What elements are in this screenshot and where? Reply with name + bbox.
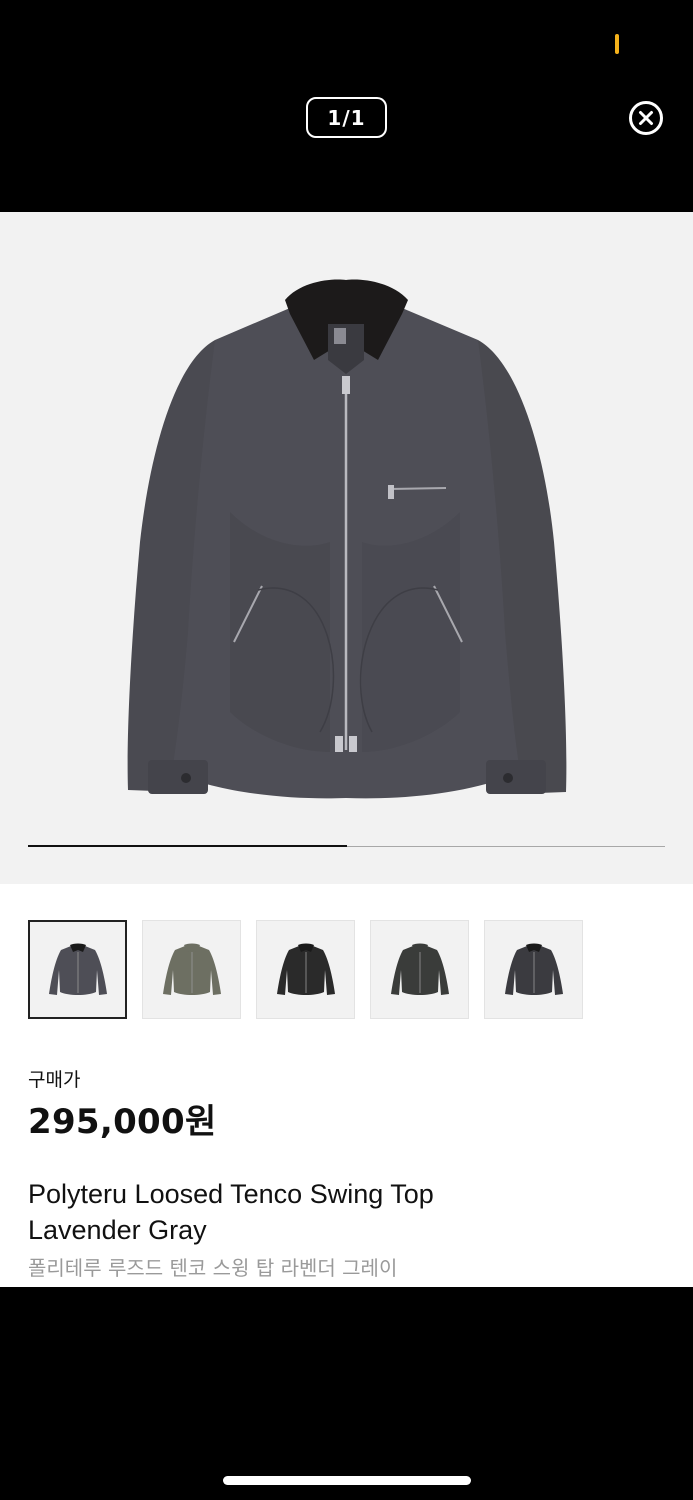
jacket-thumbnail-image: [504, 943, 563, 995]
status-indicator: [615, 34, 619, 54]
image-progress-track: [28, 845, 665, 847]
close-button[interactable]: [628, 100, 664, 136]
jacket-thumbnail-image: [162, 943, 221, 995]
product-image[interactable]: [0, 212, 693, 884]
viewer-header: 1/1: [0, 0, 693, 212]
product-info-panel: 구매가 295,000원 Polyteru Loosed Tenco Swing…: [0, 884, 693, 1287]
close-circle-icon: [629, 101, 663, 135]
price-label: 구매가: [28, 1069, 81, 1091]
jacket-thumbnail-image: [48, 943, 107, 995]
thumbnail-olive[interactable]: [142, 920, 241, 1019]
thumbnail-black[interactable]: [256, 920, 355, 1019]
jacket-thumbnail-image: [276, 943, 335, 995]
thumbnail-charcoal[interactable]: [370, 920, 469, 1019]
product-name-ko: 폴리테루 루즈드 텐코 스윙 탑 라벤더 그레이: [28, 1256, 398, 1280]
thumbnail-lavender-gray[interactable]: [28, 920, 127, 1019]
jacket-thumbnail-image: [390, 943, 449, 995]
price-value: 295,000원: [28, 1102, 217, 1142]
jacket-photo: [127, 279, 567, 799]
home-indicator: [223, 1476, 471, 1485]
thumbnail-dark-gray[interactable]: [484, 920, 583, 1019]
image-counter: 1/1: [306, 97, 387, 138]
image-progress-fill: [28, 845, 347, 847]
product-name-en: Polyteru Loosed Tenco Swing Top Lavender…: [28, 1179, 434, 1245]
